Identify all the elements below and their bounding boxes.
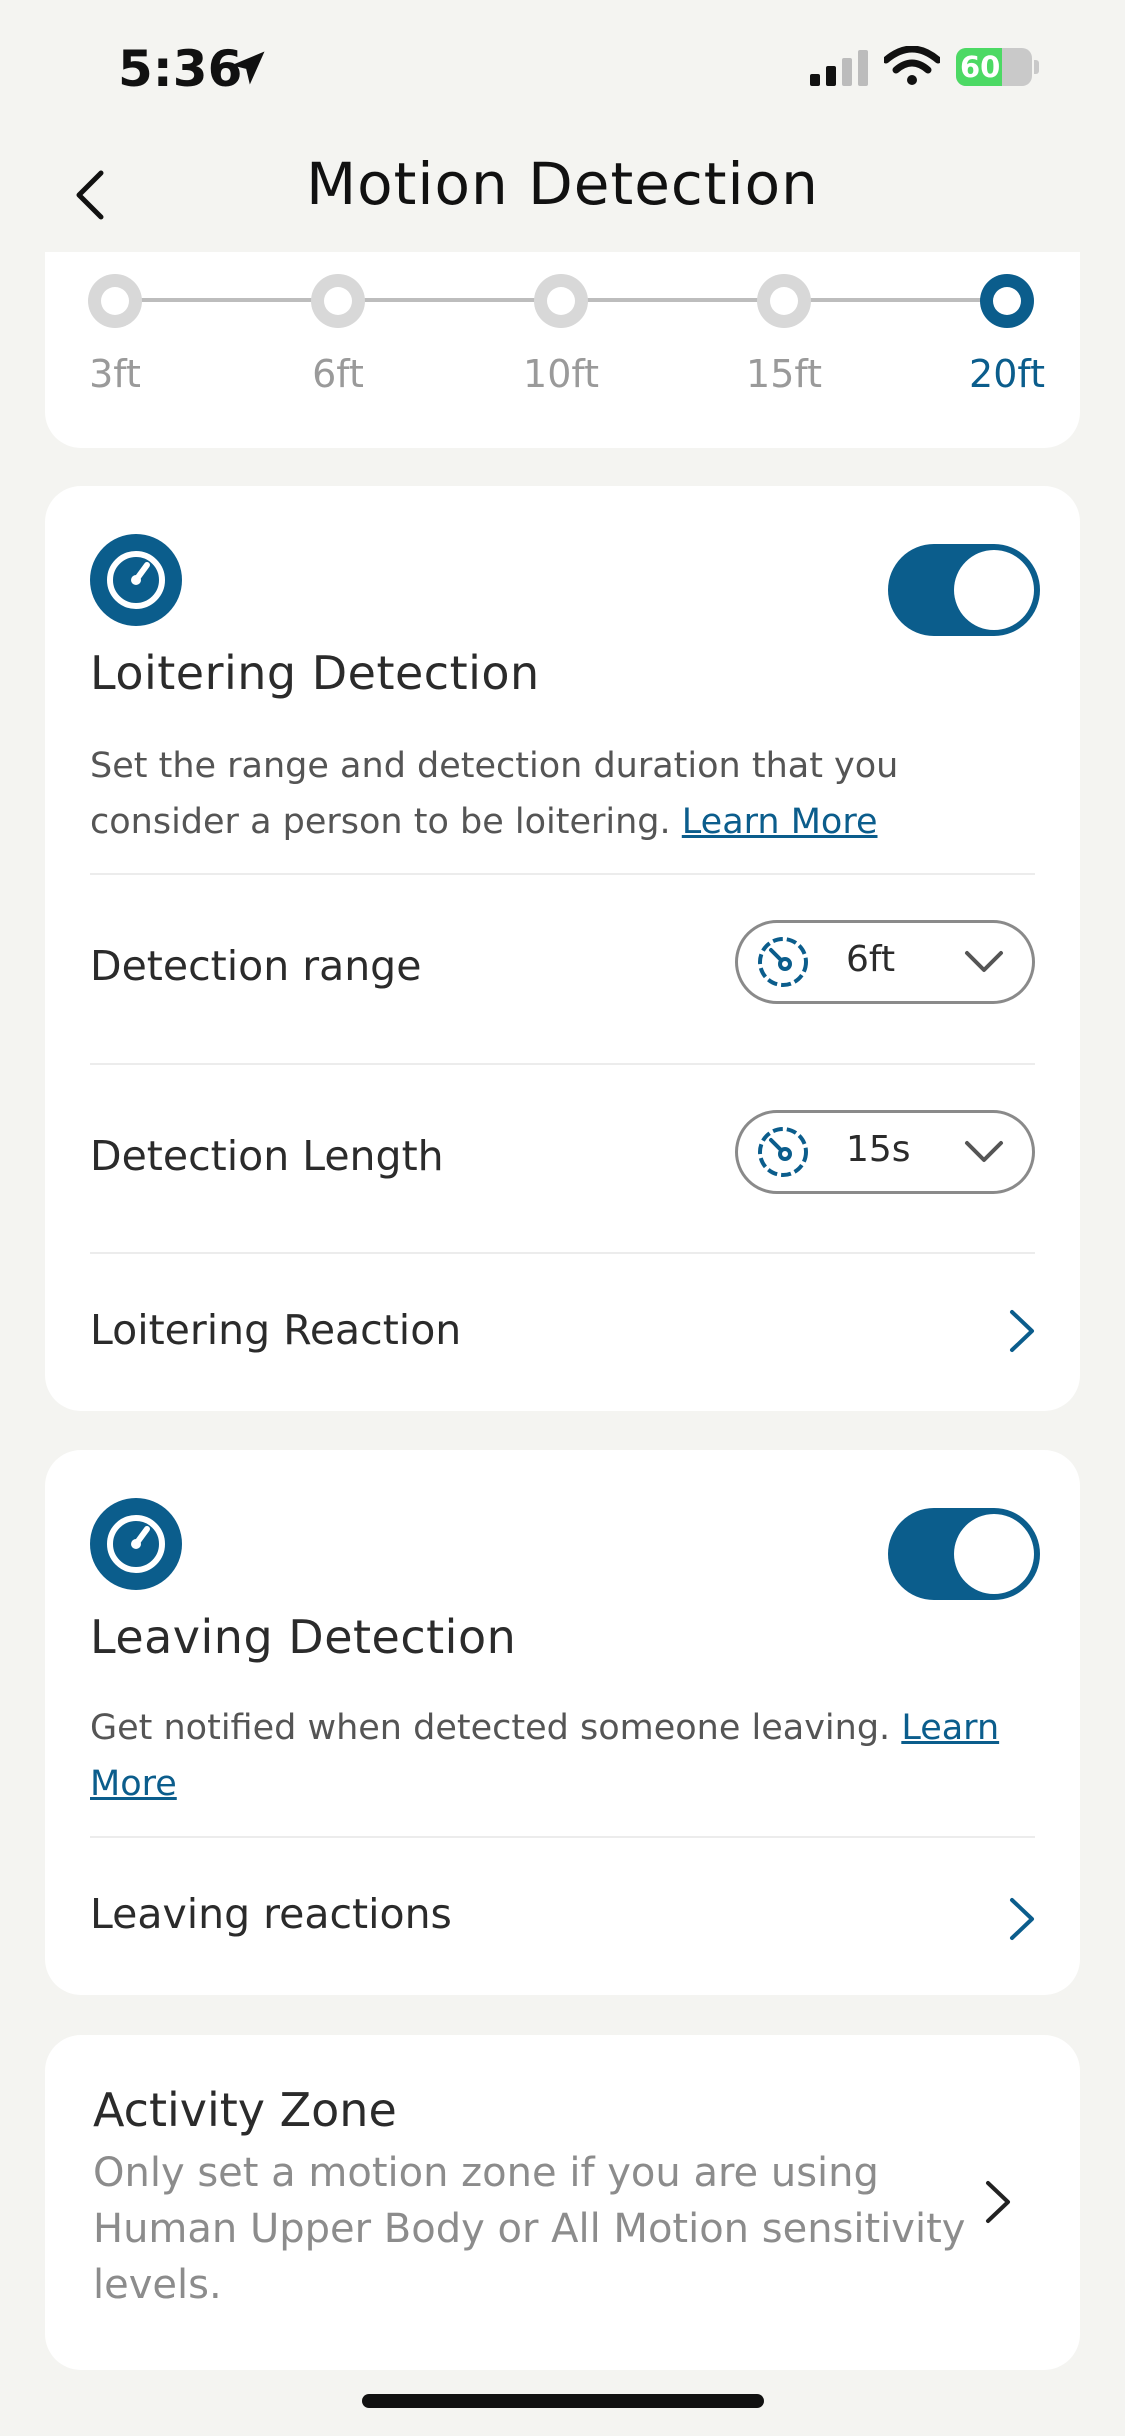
page-title: Motion Detection (306, 150, 819, 218)
wifi-icon (884, 46, 940, 85)
detection-length-value: 15s (846, 1129, 911, 1170)
distance-label-6ft: 6ft (312, 352, 364, 396)
chevron-right-icon (1010, 1310, 1034, 1352)
activity-zone-title: Activity Zone (93, 2083, 397, 2137)
distance-stop-6ft[interactable] (311, 274, 365, 328)
location-arrow-icon (231, 51, 265, 85)
distance-stop-10ft[interactable] (534, 274, 588, 328)
detection-length-dropdown[interactable]: 15s (735, 1110, 1035, 1194)
loitering-learn-more-link[interactable]: Learn More (682, 802, 878, 842)
loitering-toggle[interactable] (888, 544, 1040, 636)
leaving-reactions-label: Leaving reactions (90, 1890, 452, 1938)
cellular-signal-icon (810, 50, 868, 86)
gauge-icon (90, 534, 182, 626)
detection-range-label: Detection range (90, 942, 422, 990)
leaving-title: Leaving Detection (90, 1610, 517, 1664)
timer-dial-icon (758, 1127, 808, 1177)
leaving-description: Get notified when detected someone leavi… (90, 1700, 1040, 1812)
home-indicator (362, 2394, 764, 2408)
leaving-detection-card: Leaving Detection Get notified when dete… (45, 1450, 1080, 1995)
distance-label-10ft: 10ft (523, 352, 599, 396)
activity-zone-card[interactable]: Activity Zone Only set a motion zone if … (45, 2035, 1080, 2370)
chevron-right-icon (986, 2181, 1010, 2223)
detection-range-dropdown[interactable]: 6ft (735, 920, 1035, 1004)
detection-distance-card: 3ft 6ft 10ft 15ft 20ft (45, 252, 1080, 448)
status-bar: 5:36 60 (0, 0, 1125, 130)
divider (90, 1836, 1035, 1838)
distance-label-20ft: 20ft (969, 352, 1045, 396)
loitering-detection-card: Loitering Detection Set the range and de… (45, 486, 1080, 1411)
distance-stop-20ft[interactable] (980, 274, 1034, 328)
battery-percent: 60 (960, 50, 1001, 84)
detection-length-label: Detection Length (90, 1132, 444, 1180)
distance-stop-15ft[interactable] (757, 274, 811, 328)
divider (90, 873, 1035, 875)
divider (90, 1063, 1035, 1065)
activity-zone-description: Only set a motion zone if you are using … (93, 2150, 966, 2308)
timer-dial-icon (758, 937, 808, 987)
loitering-title: Loitering Detection (90, 646, 540, 700)
toggle-knob (954, 1514, 1034, 1594)
chevron-down-icon (965, 1141, 1003, 1162)
nav-bar: Motion Detection (0, 140, 1125, 250)
leaving-toggle[interactable] (888, 1508, 1040, 1600)
distance-label-3ft: 3ft (89, 352, 141, 396)
toggle-knob (954, 550, 1034, 630)
chevron-right-icon (1010, 1898, 1034, 1940)
loitering-description: Set the range and detection duration tha… (90, 738, 1040, 850)
distance-label-15ft: 15ft (746, 352, 822, 396)
leaving-desc-text: Get notified when detected someone leavi… (90, 1708, 891, 1748)
gauge-icon (90, 1498, 182, 1590)
distance-stop-3ft[interactable] (88, 274, 142, 328)
divider (90, 1252, 1035, 1254)
chevron-down-icon (965, 951, 1003, 972)
battery-icon: 60 (956, 48, 1040, 86)
status-time: 5:36 (118, 40, 243, 98)
detection-range-value: 6ft (846, 939, 896, 980)
loitering-reaction-label: Loitering Reaction (90, 1306, 462, 1354)
